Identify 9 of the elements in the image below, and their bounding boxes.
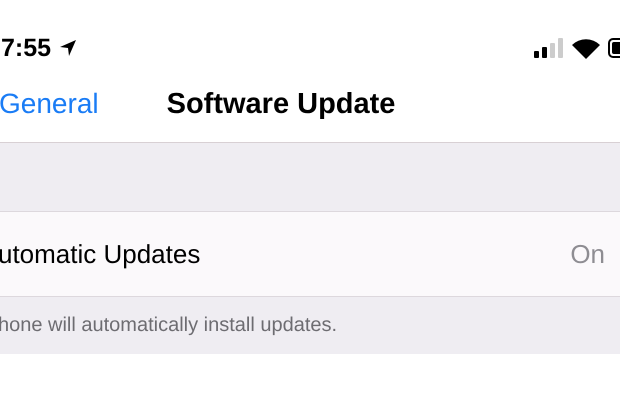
nav-title: Software Update bbox=[166, 88, 396, 120]
settings-row[interactable]: utomatic Updates On bbox=[0, 212, 620, 297]
back-link[interactable]: General bbox=[0, 88, 99, 120]
row-value: On bbox=[570, 238, 605, 270]
location-arrow-icon bbox=[59, 39, 78, 57]
status-time: 7:55 bbox=[1, 34, 52, 62]
wifi-icon bbox=[572, 38, 600, 58]
signal-icon bbox=[534, 38, 564, 58]
row-label: utomatic Updates bbox=[0, 238, 200, 270]
